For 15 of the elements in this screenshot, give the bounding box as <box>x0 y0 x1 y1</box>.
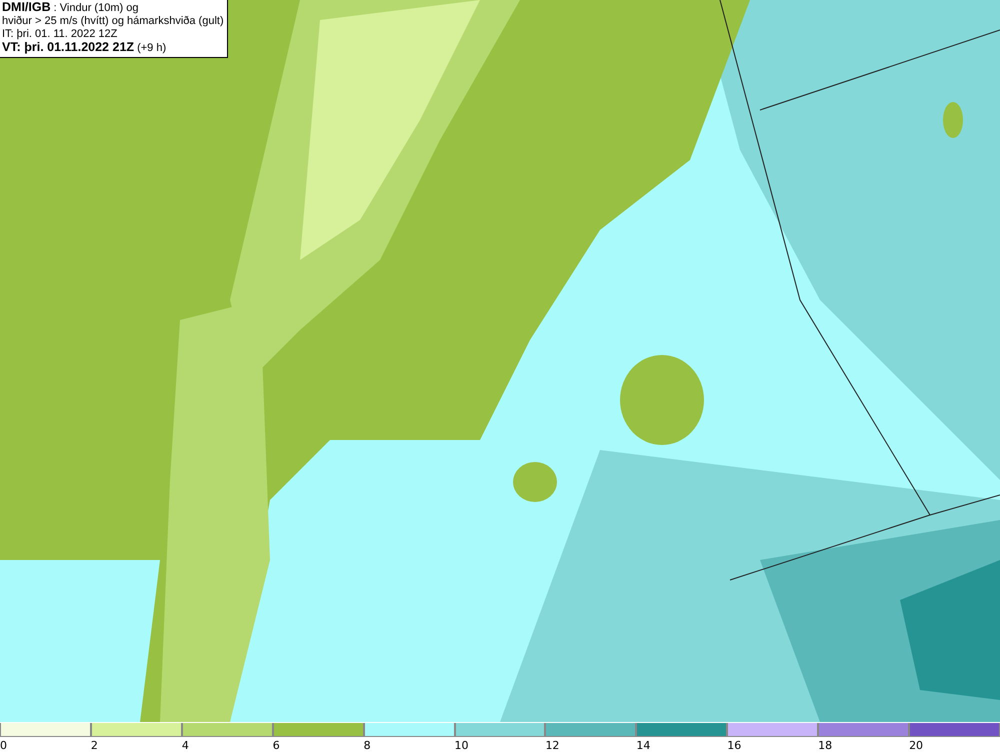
title-line: hviður > 25 m/s (hvítt) og hámarkshviða (gult) <box>2 15 224 28</box>
legend-label: 6 <box>272 739 280 753</box>
legend-label: 18 <box>818 739 832 753</box>
legend-label: 20 <box>909 739 924 753</box>
legend-label: 8 <box>364 739 371 753</box>
legend-label: 0 <box>0 739 7 753</box>
legend-label: 12 <box>545 739 560 753</box>
legend-label: 14 <box>636 739 650 753</box>
legend-label: 16 <box>727 739 742 753</box>
title-line: DMI/IGB : Vindur (10m) og <box>2 1 140 15</box>
legend-label: 4 <box>182 739 189 753</box>
legend-label: 2 <box>90 739 98 753</box>
title-line: IT: þri. 01. 11. 2022 12Z <box>2 28 118 41</box>
title-line: VT: þri. 01.11.2022 21Z (+9 h) <box>2 41 168 55</box>
legend-label: 10 <box>454 739 469 753</box>
